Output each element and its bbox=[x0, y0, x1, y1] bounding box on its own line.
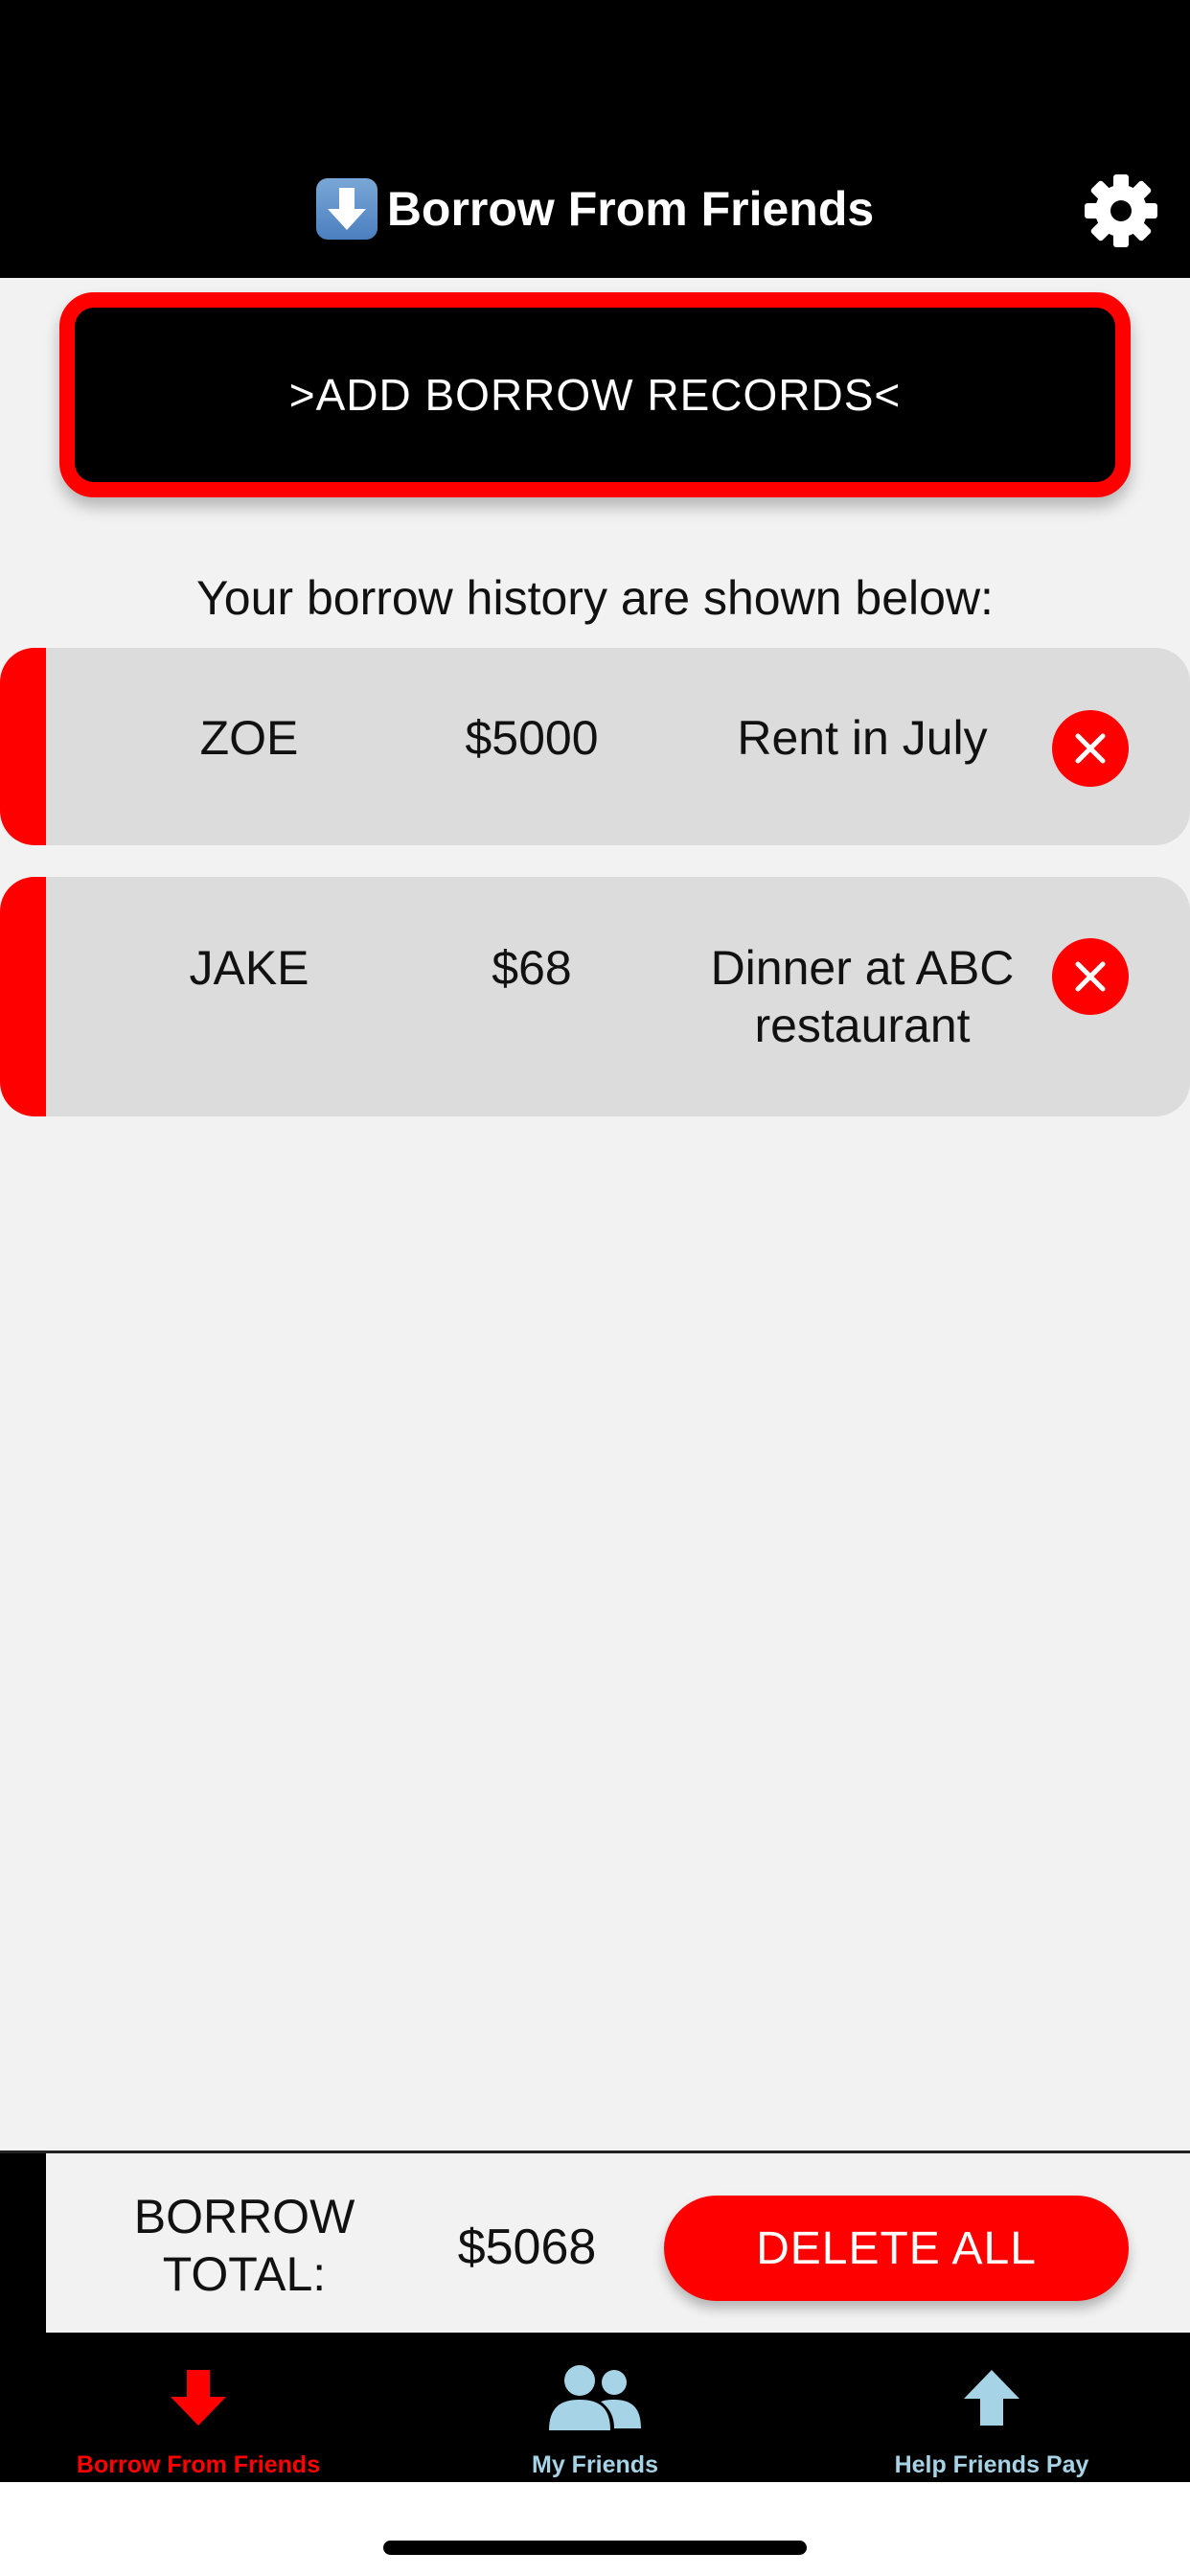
page-title-text: Borrow From Friends bbox=[386, 182, 875, 236]
navigation-bar: Borrow From Friends bbox=[0, 0, 1190, 278]
footer-accent-bar bbox=[0, 2153, 46, 2333]
borrow-record: ZOE $5000 Rent in July bbox=[0, 648, 1190, 845]
delete-all-button[interactable]: DELETE ALL bbox=[664, 2196, 1129, 2301]
record-amount: $5000 bbox=[465, 711, 599, 765]
borrow-total-footer: BORROW TOTAL: $5068 DELETE ALL bbox=[0, 2150, 1190, 2333]
home-indicator-area bbox=[0, 2482, 1190, 2576]
down-arrow-icon bbox=[0, 2359, 397, 2436]
close-icon bbox=[1075, 733, 1106, 764]
page-title: Borrow From Friends bbox=[0, 172, 1190, 245]
record-accent-bar bbox=[0, 648, 46, 845]
record-note: Rent in July bbox=[737, 711, 988, 765]
tab-label: My Friends bbox=[532, 2451, 658, 2478]
tab-bar: Borrow From Friends My Friends Help Frie… bbox=[0, 2333, 1190, 2482]
record-name: ZOE bbox=[199, 711, 299, 765]
borrow-total-label: BORROW TOTAL: bbox=[133, 2190, 355, 2301]
record-accent-bar bbox=[0, 877, 46, 1116]
people-icon bbox=[397, 2359, 793, 2436]
tab-my-friends[interactable]: My Friends bbox=[397, 2333, 793, 2482]
tab-help-friends-pay[interactable]: Help Friends Pay bbox=[793, 2333, 1190, 2482]
delete-record-button[interactable] bbox=[1052, 938, 1129, 1015]
close-icon bbox=[1075, 961, 1106, 992]
record-amount: $68 bbox=[492, 941, 572, 995]
home-indicator[interactable] bbox=[383, 2541, 807, 2555]
gear-icon bbox=[1085, 174, 1157, 247]
borrow-record: JAKE $68 Dinner at ABC restaurant bbox=[0, 877, 1190, 1116]
settings-button[interactable] bbox=[1083, 172, 1159, 249]
history-label: Your borrow history are shown below: bbox=[196, 571, 994, 625]
record-name: JAKE bbox=[189, 941, 309, 995]
up-arrow-icon bbox=[793, 2359, 1190, 2436]
delete-record-button[interactable] bbox=[1052, 710, 1129, 787]
record-note: Dinner at ABC restaurant bbox=[710, 941, 1015, 1052]
tab-borrow-from-friends[interactable]: Borrow From Friends bbox=[0, 2333, 397, 2482]
down-arrow-emoji-icon bbox=[315, 178, 378, 240]
borrow-total-value: $5068 bbox=[457, 2220, 597, 2275]
tab-label: Borrow From Friends bbox=[76, 2451, 321, 2478]
tab-label: Help Friends Pay bbox=[894, 2451, 1089, 2478]
add-borrow-records-button[interactable]: >ADD BORROW RECORDS< bbox=[59, 292, 1131, 497]
